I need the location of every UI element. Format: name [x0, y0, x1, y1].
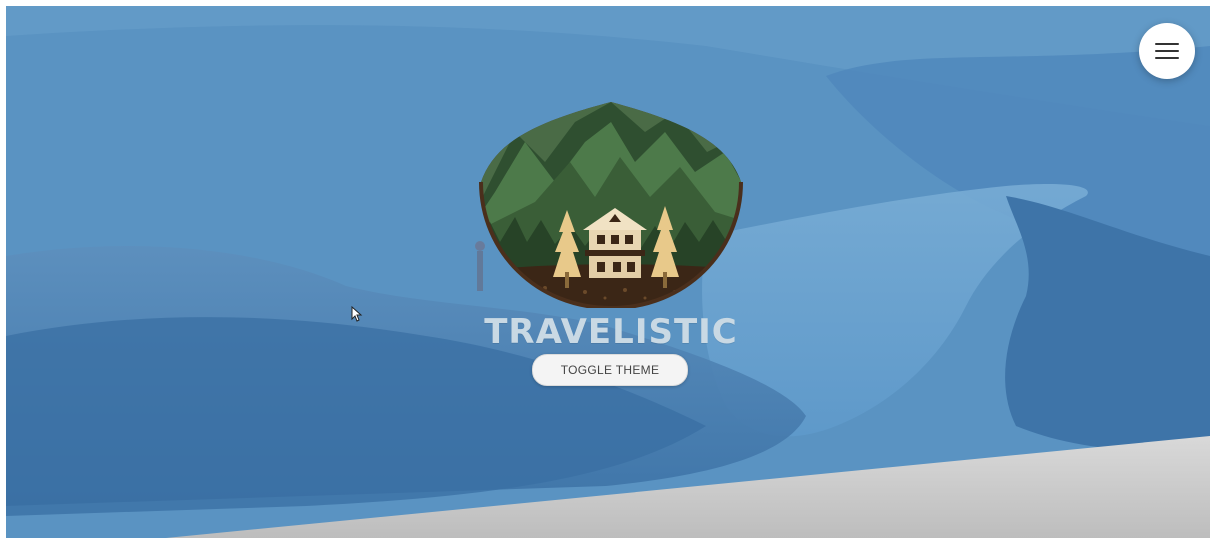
page-frame: TRAVELISTIC TOGGLE THEME [0, 0, 1210, 538]
mouse-pointer-icon [351, 306, 363, 322]
brand-title: TRAVELISTIC [484, 312, 738, 352]
hero-section: TRAVELISTIC TOGGLE THEME [6, 6, 1210, 538]
travelistic-logo-emblem [479, 102, 743, 308]
menu-button[interactable] [1139, 23, 1195, 79]
toggle-theme-button[interactable]: TOGGLE THEME [532, 354, 688, 386]
hamburger-menu-icon [1155, 38, 1179, 64]
